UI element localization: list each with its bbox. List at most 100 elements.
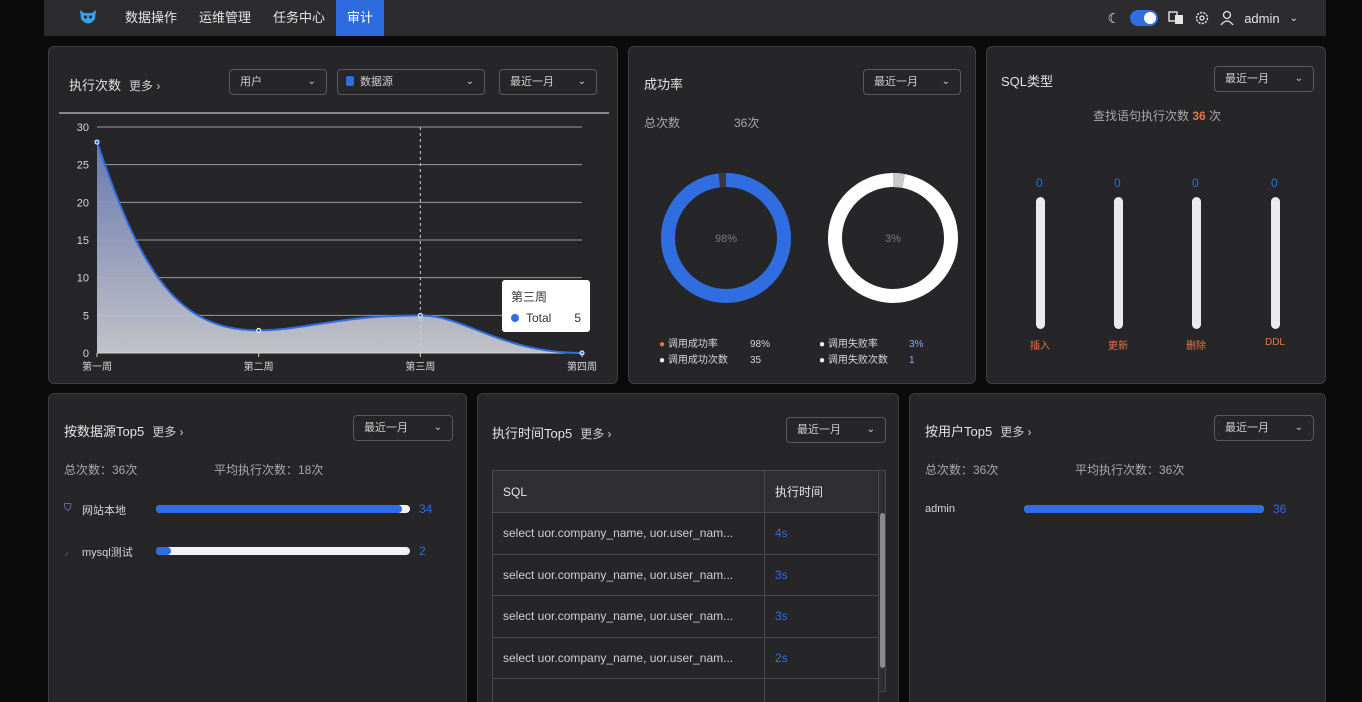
translate-icon[interactable] (1168, 10, 1184, 26)
shield-icon: ⛉ (64, 503, 72, 514)
y-tick-label: 25 (77, 160, 89, 172)
user-icon (1220, 10, 1234, 26)
sql-type-summary-value: 36 (1192, 109, 1206, 123)
sql-cell[interactable]: select uor.company_name, uor.user_nam... (492, 553, 765, 596)
exec-count-card: 执行次数 更多 › 用户 ⌄ 数据源 ⌄ 最近一月 ⌄ 0 5 10 15 20 25 30 第… (48, 46, 618, 384)
ds-top5-title-row: 按数据源Top5 更多 › (64, 421, 184, 440)
ds-top5-avg: 平均执行次数：18次 (214, 463, 324, 477)
sql-type-range-value: 最近一月 (1225, 73, 1269, 85)
chevron-down-icon[interactable]: ⌄ (1290, 13, 1298, 24)
fail-legend-values: 3% 1 (909, 337, 923, 369)
user-top5-avg: 平均执行次数：36次 (1075, 463, 1185, 477)
success-donut-chart: 98% 3% (661, 173, 958, 303)
ds-top5-title: 按数据源Top5 (64, 424, 145, 439)
ds-value: 34 (419, 502, 433, 516)
success-count-legend-label: 调用成功次数 (667, 355, 728, 366)
table-scrollbar[interactable] (878, 470, 886, 692)
time-top5-title-row: 执行时间Top5 更多 › (492, 423, 612, 442)
legend-dot-icon: ● (819, 339, 826, 350)
ds-top5-more-link[interactable]: 更多 › (152, 425, 183, 439)
x-tick-label: 第四周 (567, 360, 597, 373)
exec-time-top5-card: 执行时间Top5 更多 › 最近一月 ⌄ SQL 执行时间 select uor.… (477, 393, 899, 702)
time-column-header[interactable]: 执行时间 (764, 470, 879, 513)
data-point (417, 312, 423, 318)
sql-cell[interactable]: select uor.company_name, uor.user_nam... (492, 512, 765, 555)
chevron-down-icon: ⌄ (433, 422, 442, 433)
series-dot-icon (511, 314, 519, 322)
time-top5-more-link[interactable]: 更多 › (580, 427, 611, 441)
time-cell: 4s (764, 512, 879, 555)
y-tick-label: 10 (77, 273, 89, 285)
bar-value: 0 (1271, 176, 1278, 190)
sql-cell[interactable]: select uor.company_name, uor.user_nam... (492, 636, 765, 679)
success-percent-text: 98% (715, 233, 737, 245)
table-row[interactable]: select uor.company_name, uor.user_nam...… (492, 636, 879, 679)
chevron-down-icon: ⌄ (1294, 73, 1303, 84)
sql-column-header[interactable]: SQL (492, 470, 765, 513)
moon-icon: ☾ (1107, 9, 1121, 26)
ds-name: mysql测试 (82, 547, 133, 559)
settings-icon[interactable] (1194, 10, 1210, 26)
bar-label: 删除 (1186, 341, 1206, 352)
y-tick-label: 5 (83, 310, 89, 322)
nav-item-audit[interactable]: 审计 (336, 0, 385, 36)
table-row[interactable] (492, 678, 879, 702)
y-tick-label: 20 (77, 197, 89, 209)
username[interactable]: admin (1244, 11, 1279, 26)
fail-legend: ● 调用失败率 ● 调用失败次数 (819, 337, 888, 369)
table-row[interactable]: select uor.company_name, uor.user_nam...… (492, 553, 879, 596)
table-header-row: SQL 执行时间 (492, 470, 879, 513)
app-logo-icon[interactable] (76, 6, 100, 30)
x-tick-label: 第三周 (405, 360, 435, 373)
success-rate-legend-label: 调用成功率 (667, 339, 718, 350)
user-top5-title-row: 按用户Top5 更多 › (925, 421, 1032, 440)
user-top5-title: 按用户Top5 (925, 424, 993, 439)
bar-value: 0 (1114, 176, 1121, 190)
top-right-tools: ☾ admin ⌄ (1108, 0, 1298, 36)
user-value: 36 (1273, 502, 1287, 516)
table-row[interactable]: select uor.company_name, uor.user_nam...… (492, 595, 879, 638)
sql-type-card: SQL类型 最近一月 ⌄ 查找语句执行次数 36 次 0 插入 0 更新 0 删… (986, 46, 1326, 384)
time-top5-title: 执行时间Top5 (492, 426, 573, 441)
ds-top5-range-select[interactable]: 最近一月 ⌄ (353, 415, 453, 441)
ds-bar-track (156, 547, 410, 555)
nav-item-task-center[interactable]: 任务中心 (262, 0, 336, 36)
success-range-select[interactable]: 最近一月 ⌄ (863, 69, 961, 95)
bar-label: 更新 (1108, 341, 1128, 352)
nav-item-data-ops[interactable]: 数据操作 (114, 0, 188, 36)
legend-dot-icon: ● (659, 355, 666, 366)
y-tick-label: 15 (77, 235, 89, 247)
bar-value: 0 (1192, 176, 1199, 190)
sql-type-summary: 查找语句执行次数 36 次 (987, 107, 1327, 124)
fail-count-legend-value: 1 (909, 355, 915, 366)
scrollbar-thumb[interactable] (880, 513, 885, 668)
bar-value: 0 (1036, 176, 1043, 190)
sql-cell[interactable]: select uor.company_name, uor.user_nam... (492, 595, 765, 638)
user-bar-track (1024, 505, 1264, 513)
user-top5-range-select[interactable]: 最近一月 ⌄ (1214, 415, 1314, 441)
time-top5-range-select[interactable]: 最近一月 ⌄ (786, 417, 886, 443)
sql-type-range-select[interactable]: 最近一月 ⌄ (1214, 66, 1314, 92)
fail-rate-legend-value: 3% (909, 339, 924, 350)
bar-track (1114, 197, 1123, 329)
bar-track (1192, 197, 1201, 329)
user-top5-card: 按用户Top5 更多 › 最近一月 ⌄ 总次数：36次 平均执行次数：36次 ad… (909, 393, 1326, 702)
time-cell: 3s (764, 553, 879, 596)
sql-type-title: SQL类型 (1001, 74, 1054, 89)
mysql-icon: ⸝ (64, 547, 69, 558)
theme-toggle[interactable] (1130, 10, 1159, 26)
chart-tooltip: 第三周 Total 5 (502, 280, 590, 332)
nav-item-ops-management[interactable]: 运维管理 (188, 0, 262, 36)
bar-track (1036, 197, 1045, 329)
bar-track (1271, 197, 1280, 329)
total-count-value: 36次 (734, 116, 760, 130)
user-bar-fill (1024, 505, 1264, 513)
time-cell: 2s (764, 636, 879, 679)
data-point (94, 139, 100, 145)
table-row[interactable]: select uor.company_name, uor.user_nam...… (492, 512, 879, 555)
y-tick-label: 30 (77, 122, 89, 134)
tooltip-series: Total (526, 311, 552, 325)
datasource-top5-card: 按数据源Top5 更多 › 最近一月 ⌄ 总次数：36次 平均执行次数：18次 ⛉… (48, 393, 467, 702)
legend-dot-icon: ● (659, 339, 666, 350)
user-top5-more-link[interactable]: 更多 › (1000, 425, 1031, 439)
